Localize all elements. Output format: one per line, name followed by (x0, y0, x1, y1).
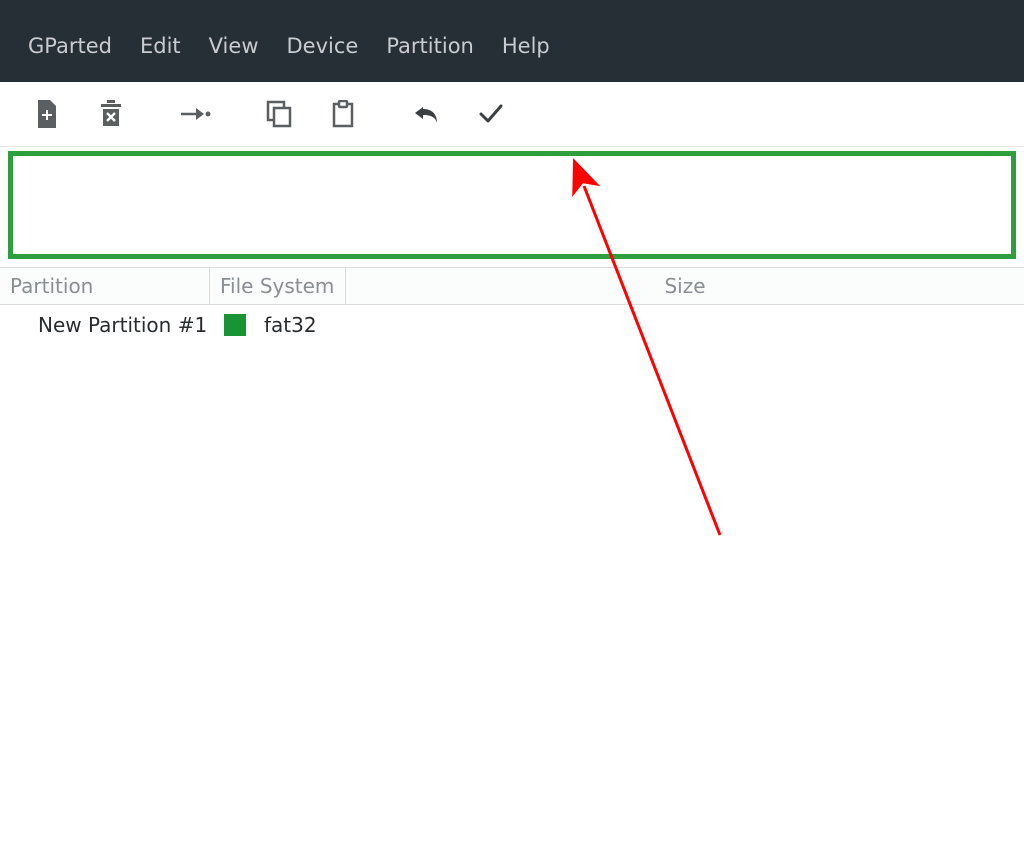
filesystem-color-swatch (224, 314, 246, 336)
partition-name-cell: New Partition #1 (0, 313, 210, 337)
filesystem-label: fat32 (264, 313, 317, 337)
menu-device[interactable]: Device (273, 28, 373, 64)
trash-icon (98, 100, 124, 128)
menu-edit[interactable]: Edit (126, 28, 195, 64)
copy-icon (266, 100, 292, 128)
partition-graph-area (8, 151, 1016, 259)
partition-list-header: Partition File System Size (0, 267, 1024, 305)
menu-view[interactable]: View (195, 28, 273, 64)
partition-graph[interactable] (8, 151, 1016, 259)
filesystem-cell: fat32 (210, 313, 346, 337)
file-plus-icon (35, 100, 59, 128)
apply-button[interactable] (466, 89, 516, 139)
column-header-filesystem[interactable]: File System (210, 268, 346, 304)
paste-button[interactable] (318, 89, 368, 139)
menu-gparted[interactable]: GParted (14, 28, 126, 64)
undo-icon (413, 103, 441, 125)
new-partition-button[interactable] (22, 89, 72, 139)
resize-move-button[interactable] (170, 89, 220, 139)
clipboard-icon (331, 100, 355, 128)
undo-button[interactable] (402, 89, 452, 139)
menubar: GParted Edit View Device Partition Help (0, 0, 1024, 82)
check-icon (478, 103, 504, 125)
column-header-partition[interactable]: Partition (0, 268, 210, 304)
delete-partition-button[interactable] (86, 89, 136, 139)
toolbar (0, 82, 1024, 147)
column-header-size[interactable]: Size (346, 268, 1024, 304)
menu-partition[interactable]: Partition (372, 28, 488, 64)
copy-button[interactable] (254, 89, 304, 139)
resize-arrow-icon (178, 104, 212, 124)
table-row[interactable]: New Partition #1 fat32 (0, 305, 1024, 345)
menu-help[interactable]: Help (488, 28, 564, 64)
